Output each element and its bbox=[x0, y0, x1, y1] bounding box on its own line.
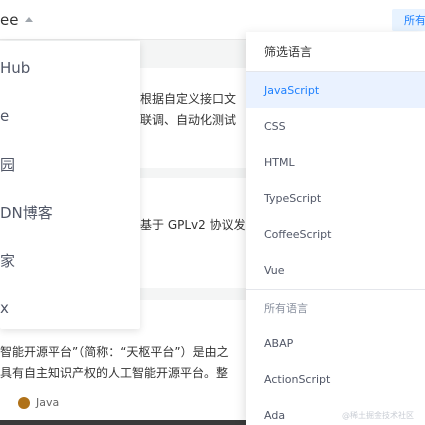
repo-description: 基于 GPLv2 协议发 bbox=[140, 218, 246, 232]
language-option-typescript[interactable]: TypeScript bbox=[246, 180, 425, 216]
language-dropdown-title: 筛选语言 bbox=[264, 45, 313, 59]
repo-description: 根据自定义接口文 bbox=[140, 92, 237, 106]
watermark: @稀土掘金技术社区 bbox=[342, 411, 414, 420]
repo-description: 联调、自动化测试 bbox=[140, 113, 237, 127]
divider bbox=[246, 289, 425, 290]
language-option-coffeescript[interactable]: CoffeeScript bbox=[246, 216, 425, 252]
language-option-css[interactable]: CSS bbox=[246, 108, 425, 144]
language-filter-button[interactable]: 所有 bbox=[392, 9, 425, 31]
language-dropdown: 筛选语言 JavaScript CSS HTML TypeScript Coff… bbox=[246, 32, 425, 425]
language-option-javascript[interactable]: JavaScript bbox=[246, 72, 425, 108]
repo-language-label: Java bbox=[36, 396, 60, 409]
source-option-label: e bbox=[0, 107, 10, 125]
repo-description: 具有自主知识产权的人工智能开源平台。整 bbox=[0, 366, 229, 380]
source-option-label: 园 bbox=[0, 155, 16, 174]
language-option-vue[interactable]: Vue bbox=[246, 252, 425, 288]
source-select[interactable]: ee bbox=[0, 0, 34, 40]
source-option[interactable]: e bbox=[0, 92, 140, 140]
all-languages-label: 所有语言 bbox=[264, 302, 308, 315]
source-select-value: ee bbox=[0, 11, 19, 29]
source-option-label: 家 bbox=[0, 251, 16, 270]
repo-description: 智能开源平台”（简称：“天枢平台”）是由之 bbox=[0, 345, 229, 359]
language-option-html[interactable]: HTML bbox=[246, 144, 425, 180]
source-option-label: DN博客 bbox=[0, 203, 53, 222]
source-option[interactable]: DN博客 bbox=[0, 188, 140, 236]
language-option-actionscript[interactable]: ActionScript bbox=[246, 361, 425, 397]
repo-language: Java bbox=[18, 396, 59, 409]
source-option[interactable]: Hub bbox=[0, 44, 140, 92]
source-option-label: x bbox=[0, 299, 9, 317]
source-option[interactable]: x bbox=[0, 284, 140, 332]
source-option[interactable]: 园 bbox=[0, 140, 140, 188]
language-dot-icon bbox=[18, 396, 30, 409]
language-option-abap[interactable]: ABAP bbox=[246, 325, 425, 361]
source-option-label: Hub bbox=[0, 59, 31, 77]
source-dropdown: Hub e 园 DN博客 家 x bbox=[0, 41, 140, 329]
source-option[interactable]: 家 bbox=[0, 236, 140, 284]
caret-up-icon bbox=[25, 16, 34, 22]
